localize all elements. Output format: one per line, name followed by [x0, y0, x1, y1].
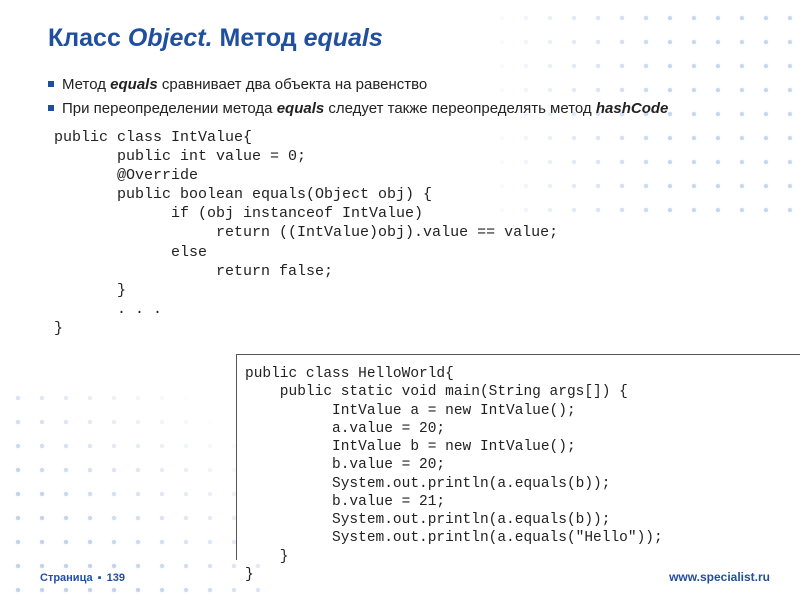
bullet-list: Метод equals сравнивает два объекта на р…: [48, 75, 760, 120]
bullet-text-pre: При переопределении метода: [62, 100, 277, 117]
footer-url: www.specialist.ru: [669, 570, 770, 584]
bullet-item: При переопределении метода equals следуе…: [48, 99, 760, 119]
decorative-dots-bottom: [0, 380, 260, 600]
title-part1: Класс: [48, 24, 128, 52]
bullet-text-em: equals: [277, 100, 325, 117]
bullet-text-em: equals: [110, 76, 158, 93]
slide: Класс Object. Метод equals Метод equals …: [0, 0, 800, 600]
bullet-text-post: сравнивает два объекта на равенство: [158, 76, 428, 93]
bullet-text-post: следует также переопределять метод: [324, 100, 596, 117]
slide-title: Класс Object. Метод equals: [48, 24, 760, 53]
bullet-item: Метод equals сравнивает два объекта на р…: [48, 75, 760, 95]
code-block-main: public class IntValue{ public int value …: [54, 128, 760, 339]
bullet-separator-icon: ▪: [98, 572, 102, 584]
bullet-text-em2: hashCode: [596, 100, 669, 117]
bullet-text-pre: Метод: [62, 76, 110, 93]
footer-page: Страница ▪ 139: [40, 572, 125, 584]
code-box: public class HelloWorld{ public static v…: [236, 354, 800, 560]
title-em2: equals: [304, 24, 383, 52]
footer-page-label: Страница: [40, 572, 93, 584]
title-part2: Метод: [213, 24, 304, 52]
footer-page-number: 139: [107, 572, 125, 584]
code-block-inset: public class HelloWorld{ public static v…: [245, 365, 792, 584]
title-em1: Object.: [128, 24, 213, 52]
